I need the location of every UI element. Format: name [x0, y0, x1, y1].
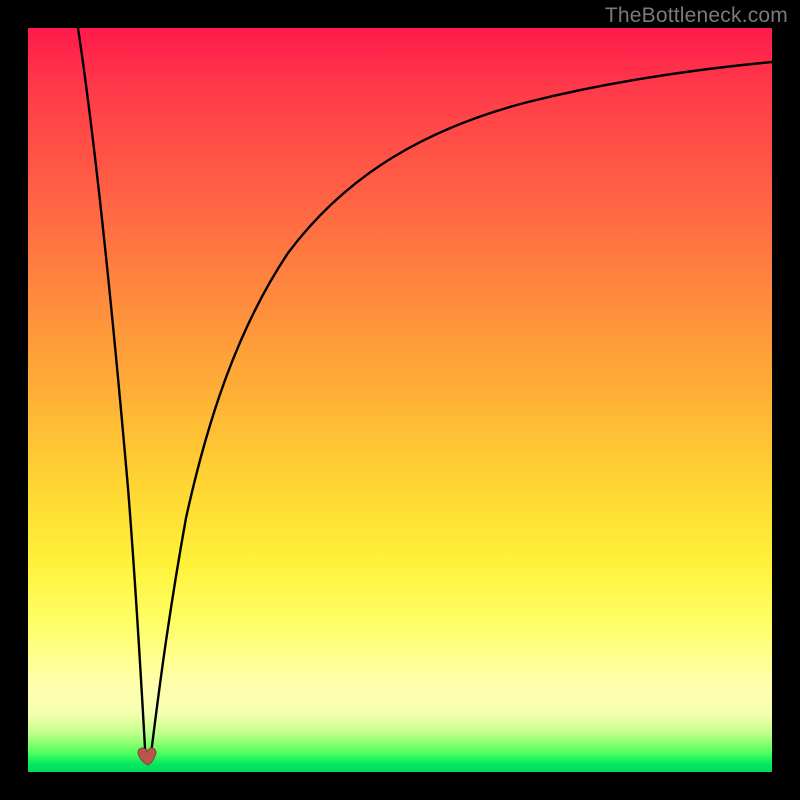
curve-path [78, 28, 772, 760]
bottleneck-curve [28, 28, 772, 772]
minimum-marker [138, 748, 156, 765]
plot-area [28, 28, 772, 772]
chart-frame: TheBottleneck.com [0, 0, 800, 800]
watermark-text: TheBottleneck.com [605, 4, 788, 28]
